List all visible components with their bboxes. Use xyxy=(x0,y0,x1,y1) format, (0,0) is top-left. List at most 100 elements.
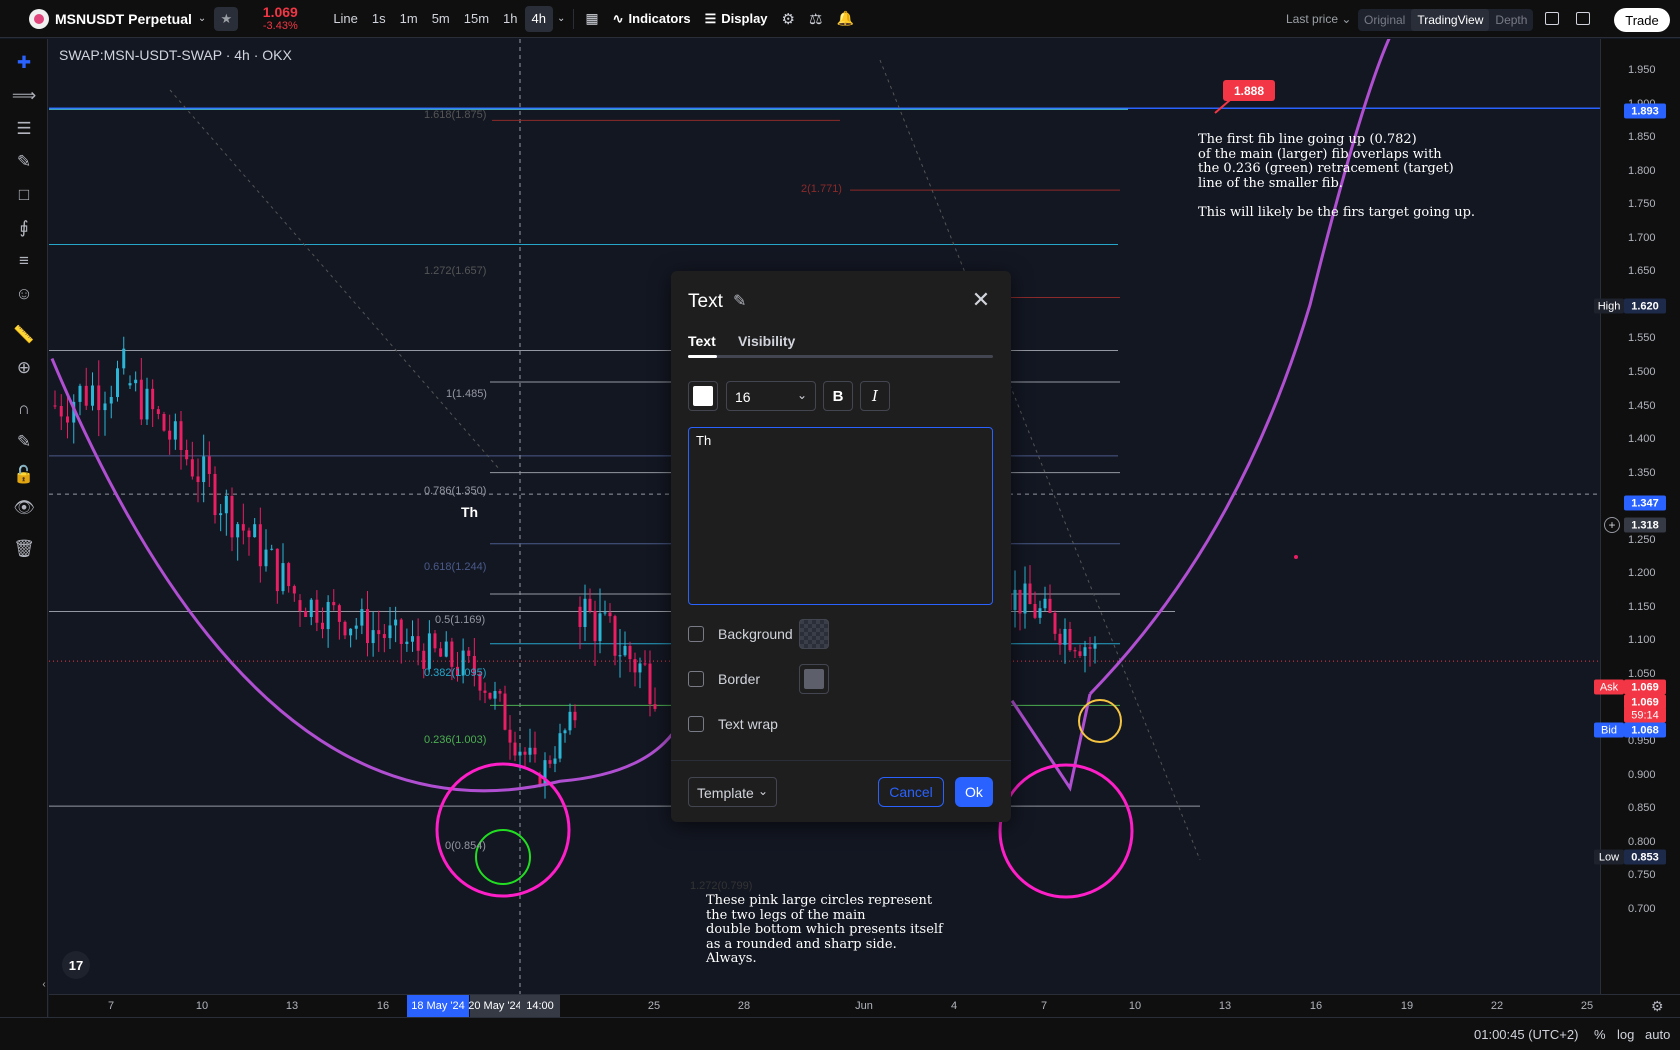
timeframe-more-chevron-icon[interactable]: ⌄ xyxy=(553,6,569,32)
text-wrap-checkbox[interactable] xyxy=(688,716,704,732)
text-color-picker[interactable] xyxy=(688,381,718,411)
lock-drawing-icon[interactable]: ✎ xyxy=(12,430,36,454)
candle-body xyxy=(185,449,189,460)
settings-gear-icon[interactable]: ⚙ xyxy=(775,6,802,32)
percent-toggle[interactable]: % xyxy=(1594,1027,1606,1042)
last-price-dropdown[interactable]: Last price ⌄ xyxy=(1286,12,1351,26)
chart-type-candles-icon[interactable]: ▦ xyxy=(578,6,605,32)
favorite-star-icon[interactable]: ★ xyxy=(214,6,239,31)
rename-pencil-icon[interactable]: ✎ xyxy=(733,291,746,311)
close-icon[interactable]: ✕ xyxy=(970,289,992,311)
font-size-select[interactable]: 16 ⌄ xyxy=(726,381,816,411)
crosshair-plus-icon[interactable]: + xyxy=(1604,517,1620,533)
view-original[interactable]: Original xyxy=(1358,9,1411,31)
magnet-icon[interactable]: ∩ xyxy=(12,397,36,421)
indicators-label: Indicators xyxy=(628,11,691,26)
text-content-input[interactable]: Th xyxy=(688,427,993,605)
candle-body xyxy=(275,548,279,592)
background-option[interactable]: Background xyxy=(688,626,793,642)
bold-button[interactable]: B xyxy=(823,381,853,411)
crosshair-icon[interactable]: ✚ xyxy=(12,51,36,75)
candle-body xyxy=(207,456,211,474)
candle-body xyxy=(548,760,552,764)
timeframe-1m[interactable]: 1m xyxy=(393,6,425,32)
candle-body xyxy=(162,413,166,431)
background-color-swatch[interactable] xyxy=(799,619,829,649)
forecast-icon[interactable]: ≡ xyxy=(12,249,36,273)
clock-text[interactable]: 01:00:45 (UTC+2) xyxy=(1474,1027,1578,1042)
timeframe-1s[interactable]: 1s xyxy=(365,6,393,32)
tab-visibility[interactable]: Visibility xyxy=(738,333,795,349)
price-scale-label: 1.700 xyxy=(1628,231,1656,244)
timeframe-4h[interactable]: 4h xyxy=(524,5,553,32)
text-note-icon[interactable]: □ xyxy=(12,183,36,207)
border-color-swatch[interactable] xyxy=(799,664,829,694)
emoji-icon[interactable]: ☺ xyxy=(12,282,36,306)
candle-body xyxy=(1013,589,1017,610)
price-summary: 1.069 -3.43% xyxy=(250,5,310,33)
trend-line-icon[interactable]: ⟹ xyxy=(12,84,36,108)
border-checkbox[interactable] xyxy=(688,671,704,687)
callout-pointer xyxy=(1214,99,1231,114)
indicators-button[interactable]: ∿ Indicators xyxy=(606,6,698,32)
time-scale-settings-icon[interactable]: ⚙ xyxy=(1651,998,1664,1015)
time-scale[interactable]: 18 May '24 20 May '24 14:00 ⚙ 7 10 13 16 25 2… xyxy=(49,994,1680,1017)
candle-body xyxy=(1088,647,1092,649)
auto-toggle[interactable]: auto xyxy=(1645,1027,1670,1042)
lock-icon[interactable]: 🔓 xyxy=(12,463,36,487)
tab-text[interactable]: Text xyxy=(688,333,716,349)
candle-body xyxy=(588,598,592,611)
display-button[interactable]: ☰ Display xyxy=(698,6,775,32)
cancel-button[interactable]: Cancel xyxy=(878,777,944,807)
italic-button[interactable]: I xyxy=(860,381,890,411)
border-option[interactable]: Border xyxy=(688,671,760,687)
template-dropdown[interactable]: Template ⌄ xyxy=(688,777,777,807)
view-tradingview[interactable]: TradingView xyxy=(1411,9,1490,31)
view-depth[interactable]: Depth xyxy=(1489,9,1533,31)
zoom-in-icon[interactable]: ⊕ xyxy=(12,356,36,380)
candle-body xyxy=(416,636,420,651)
text-color-swatch xyxy=(693,386,713,406)
time-highlight-crosshair-date: 20 May '24 xyxy=(468,995,522,1017)
ruler-icon[interactable]: 📏 xyxy=(12,323,36,347)
trash-icon[interactable]: 🗑 xyxy=(12,537,36,561)
note-top-right[interactable]: The first fib line going up (0.782) of t… xyxy=(1198,132,1475,220)
price-scale-label: 1.200 xyxy=(1628,567,1656,580)
candle-body xyxy=(1023,583,1027,614)
ok-button[interactable]: Ok xyxy=(955,777,993,807)
candle-body xyxy=(292,586,296,594)
fullscreen-icon[interactable] xyxy=(1545,12,1559,25)
trade-button[interactable]: Trade xyxy=(1614,8,1670,32)
collapse-arrow-icon[interactable]: ‹ xyxy=(40,972,48,996)
candle-body xyxy=(583,598,587,627)
candle-body xyxy=(399,619,403,645)
background-checkbox[interactable] xyxy=(688,626,704,642)
brush-icon[interactable]: ✎ xyxy=(12,150,36,174)
chevron-down-icon[interactable]: ⌄ xyxy=(192,6,206,32)
text-wrap-option[interactable]: Text wrap xyxy=(688,716,778,732)
snapshot-icon[interactable] xyxy=(1576,12,1590,25)
tradingview-logo-icon[interactable]: 17 xyxy=(62,951,90,979)
timeframe-1h[interactable]: 1h xyxy=(496,6,524,32)
candle-body xyxy=(219,513,223,516)
candle-body xyxy=(618,655,622,657)
note-bottom[interactable]: These pink large circles represent the t… xyxy=(706,893,943,967)
log-toggle[interactable]: log xyxy=(1617,1027,1634,1042)
symbol-selector[interactable]: MSNUSDT Perpetual xyxy=(55,6,192,32)
time-scale-label: 13 xyxy=(1218,1000,1232,1012)
timeframe-5m[interactable]: 5m xyxy=(425,6,457,32)
candle-body xyxy=(573,711,577,721)
alert-bell-icon[interactable]: 🔔 xyxy=(829,6,860,32)
timeframe-15m[interactable]: 15m xyxy=(457,6,496,32)
candle-body xyxy=(553,758,557,764)
compare-scale-icon[interactable]: ⚖ xyxy=(802,6,829,32)
candle-body xyxy=(653,704,657,709)
fib-retracement-icon[interactable]: ☰ xyxy=(12,117,36,141)
candle-body xyxy=(354,625,358,629)
eye-icon[interactable]: 👁 xyxy=(12,496,36,520)
price-scale-label: 1.550 xyxy=(1628,332,1656,345)
timeframe-line[interactable]: Line xyxy=(326,6,365,32)
candle-body xyxy=(264,549,268,567)
price-scale-label: 0.850 xyxy=(1628,802,1656,815)
pattern-icon[interactable]: ⨖ xyxy=(12,216,36,240)
